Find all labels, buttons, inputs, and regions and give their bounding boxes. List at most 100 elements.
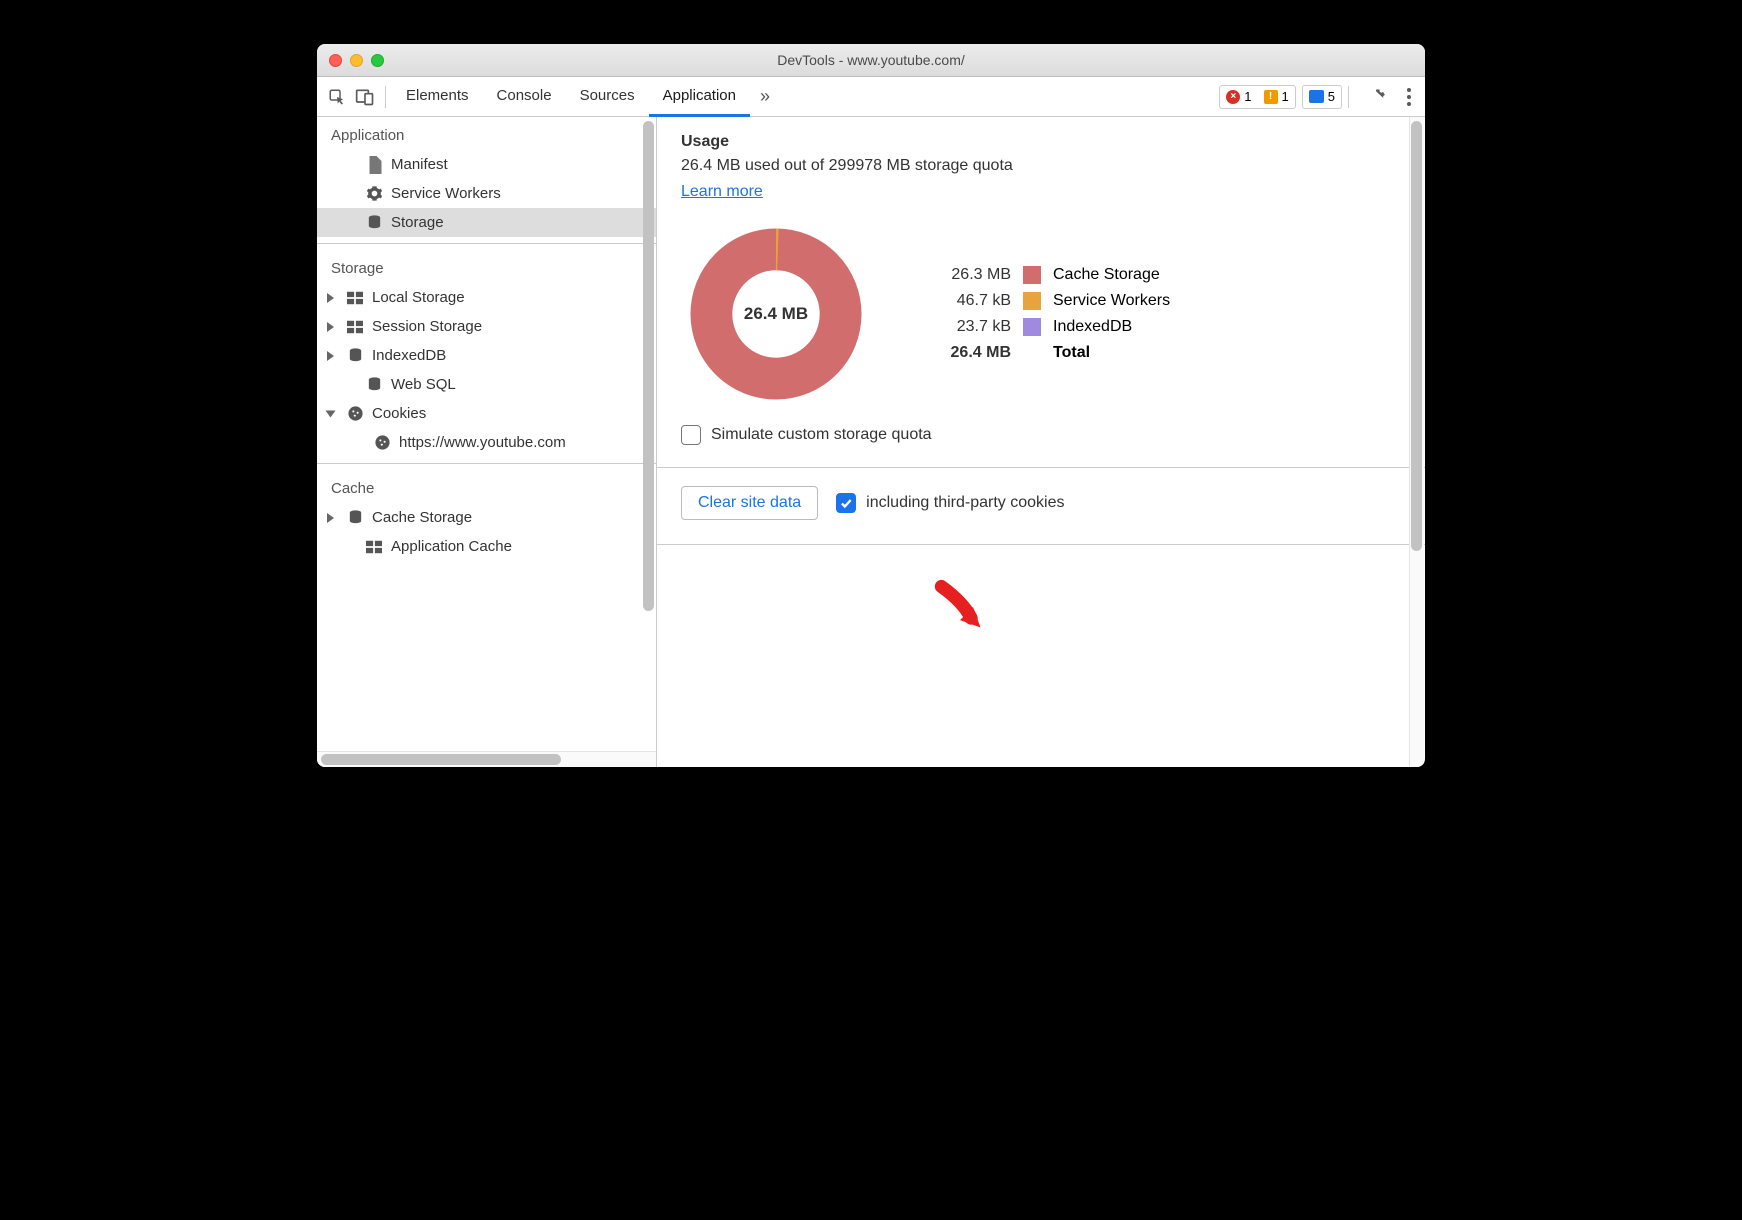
device-toolbar-icon[interactable] xyxy=(351,83,379,111)
table-icon xyxy=(346,318,364,336)
table-icon xyxy=(365,538,383,556)
warning-icon: ! xyxy=(1264,90,1278,104)
usage-text: 26.4 MB used out of 299978 MB storage qu… xyxy=(681,157,1401,175)
sidebar-section-application: Application xyxy=(317,117,656,150)
legend-swatch xyxy=(1023,292,1041,310)
sidebar-item-indexeddb[interactable]: IndexedDB xyxy=(317,341,656,370)
clear-site-data-button[interactable]: Clear site data xyxy=(681,486,818,520)
window-title: DevTools - www.youtube.com/ xyxy=(777,52,965,68)
expand-icon xyxy=(327,351,334,361)
sidebar-scrollbar[interactable] xyxy=(643,121,654,611)
settings-gear-icon[interactable] xyxy=(1363,83,1391,111)
sidebar-item-label: Storage xyxy=(391,214,444,231)
error-count: 1 xyxy=(1244,89,1251,104)
warning-count: 1 xyxy=(1282,89,1289,104)
legend-row: 26.3 MB Cache Storage xyxy=(931,266,1170,284)
sidebar-item-label: Service Workers xyxy=(391,185,501,202)
sidebar-item-label: Cache Storage xyxy=(372,509,472,526)
legend-label: Cache Storage xyxy=(1053,266,1160,284)
storage-panel: Usage 26.4 MB used out of 299978 MB stor… xyxy=(657,117,1425,767)
sidebar-item-session-storage[interactable]: Session Storage xyxy=(317,312,656,341)
close-window-button[interactable] xyxy=(329,54,342,67)
sidebar-item-label: Application Cache xyxy=(391,538,512,555)
sidebar-h-scrollbar[interactable] xyxy=(321,754,561,765)
sidebar-item-label: https://www.youtube.com xyxy=(399,434,566,451)
third-party-cookies-label: including third-party cookies xyxy=(866,494,1064,512)
sidebar-item-storage[interactable]: Storage xyxy=(317,208,656,237)
sidebar-section-storage: Storage xyxy=(317,250,656,283)
sidebar-item-cookie-origin[interactable]: https://www.youtube.com xyxy=(317,428,656,457)
legend-label: IndexedDB xyxy=(1053,318,1132,336)
error-icon: × xyxy=(1226,90,1240,104)
donut-center-label: 26.4 MB xyxy=(681,219,871,409)
legend-value: 23.7 kB xyxy=(931,318,1011,336)
sidebar-h-scroll-track xyxy=(317,751,656,767)
zoom-window-button[interactable] xyxy=(371,54,384,67)
titlebar: DevTools - www.youtube.com/ xyxy=(317,44,1425,77)
panel-tabs: Elements Console Sources Application xyxy=(392,77,750,116)
legend-total-value: 26.4 MB xyxy=(931,344,1011,362)
usage-heading: Usage xyxy=(681,133,1401,151)
sidebar-item-websql[interactable]: Web SQL xyxy=(317,370,656,399)
usage-legend: 26.3 MB Cache Storage 46.7 kB Service Wo… xyxy=(931,266,1170,362)
main-scrollbar[interactable] xyxy=(1411,121,1422,551)
sidebar-item-label: Session Storage xyxy=(372,318,482,335)
sidebar-section-cache: Cache xyxy=(317,470,656,503)
message-icon xyxy=(1309,90,1324,103)
usage-chart-row: 26.4 MB 26.3 MB Cache Storage 46.7 kB Se… xyxy=(681,219,1401,409)
sidebar-item-application-cache[interactable]: Application Cache xyxy=(317,532,656,561)
more-options-button[interactable] xyxy=(1399,88,1419,106)
collapse-icon xyxy=(326,410,336,417)
legend-value: 26.3 MB xyxy=(931,266,1011,284)
sidebar-item-service-workers[interactable]: Service Workers xyxy=(317,179,656,208)
minimize-window-button[interactable] xyxy=(350,54,363,67)
inspect-element-icon[interactable] xyxy=(323,83,351,111)
annotation-arrow-icon xyxy=(932,579,988,635)
sidebar-item-label: Cookies xyxy=(372,405,426,422)
traffic-lights xyxy=(329,54,384,67)
legend-value: 46.7 kB xyxy=(931,292,1011,310)
toolbar-divider xyxy=(385,86,386,108)
sidebar-item-label: IndexedDB xyxy=(372,347,446,364)
third-party-cookies-checkbox[interactable] xyxy=(836,493,856,513)
expand-icon xyxy=(327,322,334,332)
simulate-quota-checkbox[interactable] xyxy=(681,425,701,445)
sidebar-item-local-storage[interactable]: Local Storage xyxy=(317,283,656,312)
tab-application[interactable]: Application xyxy=(649,77,750,117)
learn-more-link[interactable]: Learn more xyxy=(681,183,763,200)
expand-icon xyxy=(327,513,334,523)
sidebar-item-cookies[interactable]: Cookies xyxy=(317,399,656,428)
clear-data-row: Clear site data including third-party co… xyxy=(681,486,1401,520)
sidebar-item-cache-storage[interactable]: Cache Storage xyxy=(317,503,656,532)
section-divider xyxy=(657,467,1425,468)
usage-donut-chart: 26.4 MB xyxy=(681,219,871,409)
database-icon xyxy=(365,214,383,232)
cookie-icon xyxy=(346,405,364,423)
simulate-quota-label: Simulate custom storage quota xyxy=(711,426,932,444)
tabs-overflow-button[interactable]: » xyxy=(750,86,780,107)
panel-body: Application Manifest Service Workers Sto… xyxy=(317,117,1425,767)
simulate-quota-row: Simulate custom storage quota xyxy=(681,425,1401,445)
tab-sources[interactable]: Sources xyxy=(566,77,649,117)
console-status-badge[interactable]: × 1 ! 1 xyxy=(1219,85,1295,109)
database-icon xyxy=(346,509,364,527)
sidebar-item-manifest[interactable]: Manifest xyxy=(317,150,656,179)
main-scroll-track xyxy=(1409,117,1424,767)
legend-swatch xyxy=(1023,318,1041,336)
database-icon xyxy=(365,376,383,394)
expand-icon xyxy=(327,293,334,303)
legend-row-total: 26.4 MB Total xyxy=(931,344,1170,362)
legend-total-label: Total xyxy=(1053,344,1090,362)
database-icon xyxy=(346,347,364,365)
sidebar-item-label: Web SQL xyxy=(391,376,456,393)
toolbar-divider xyxy=(1348,86,1349,108)
sidebar-item-label: Manifest xyxy=(391,156,448,173)
devtools-window: DevTools - www.youtube.com/ Elements Con… xyxy=(317,44,1425,767)
legend-row: 23.7 kB IndexedDB xyxy=(931,318,1170,336)
tab-console[interactable]: Console xyxy=(483,77,566,117)
section-divider xyxy=(657,544,1425,545)
sidebar-item-label: Local Storage xyxy=(372,289,465,306)
gear-icon xyxy=(365,185,383,203)
messages-badge[interactable]: 5 xyxy=(1302,85,1342,109)
tab-elements[interactable]: Elements xyxy=(392,77,483,117)
